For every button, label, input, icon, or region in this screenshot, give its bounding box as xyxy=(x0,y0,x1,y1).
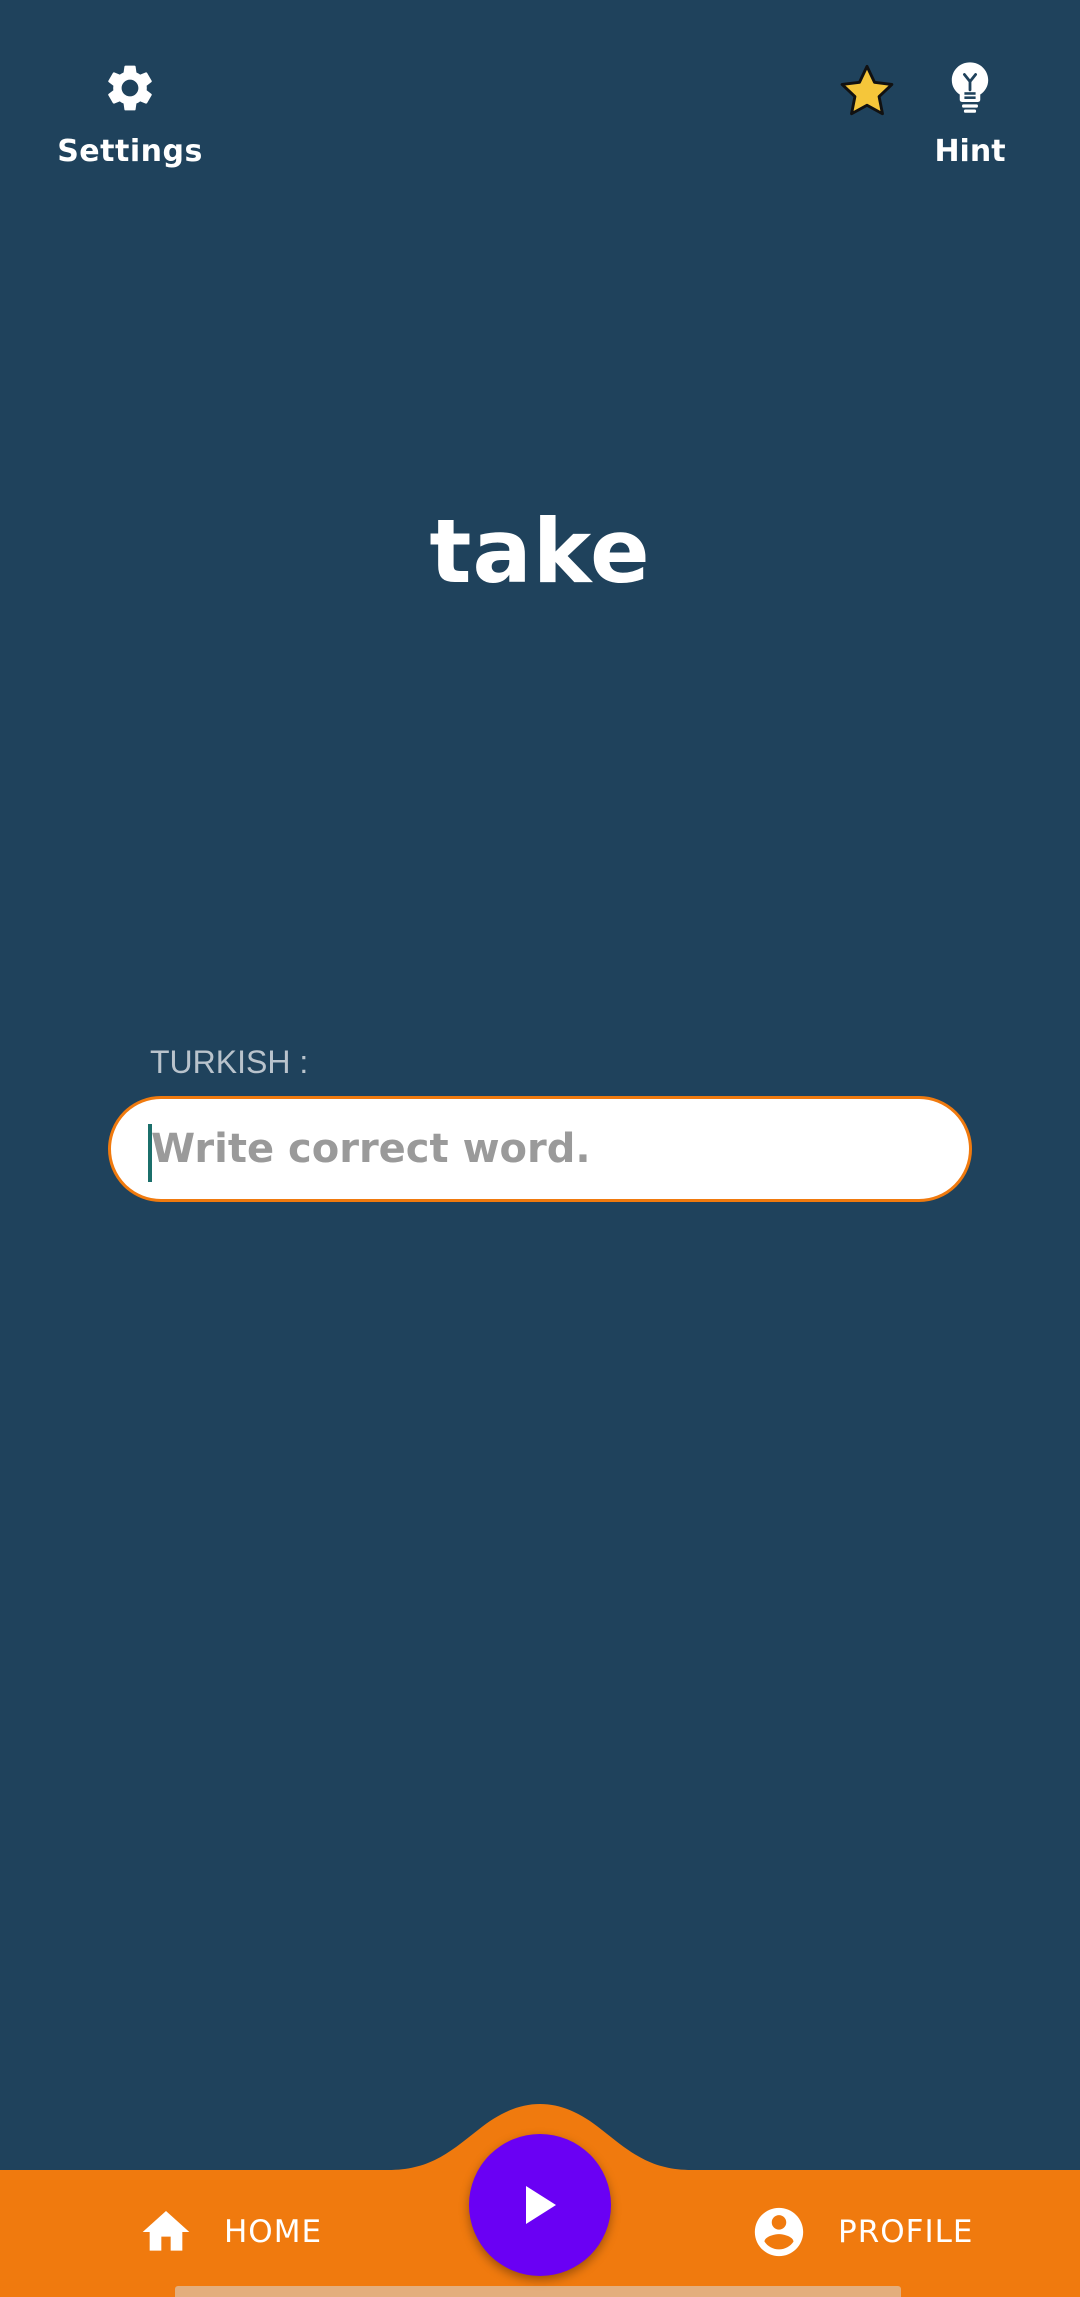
answer-field-container xyxy=(108,1096,972,1202)
nav-home[interactable]: HOME xyxy=(138,2200,322,2264)
hint-label: Hint xyxy=(934,134,1006,169)
answer-input[interactable] xyxy=(147,1109,931,1189)
text-cursor xyxy=(148,1124,152,1182)
settings-button[interactable]: Settings xyxy=(57,60,203,180)
hint-button[interactable]: Hint xyxy=(930,60,1010,180)
system-gesture-bar[interactable] xyxy=(175,2286,901,2297)
quiz-screen: Settings Hint take TURKISH : HOME xyxy=(0,0,1080,2297)
nav-profile-label: PROFILE xyxy=(838,2214,974,2250)
play-icon xyxy=(526,2186,556,2224)
settings-label: Settings xyxy=(57,134,203,169)
nav-profile[interactable]: PROFILE xyxy=(750,2200,973,2264)
account-circle-icon xyxy=(754,2207,804,2257)
home-icon xyxy=(142,2211,190,2251)
nav-home-label: HOME xyxy=(224,2214,323,2250)
gear-icon xyxy=(108,65,152,111)
play-button[interactable] xyxy=(469,2134,611,2276)
star-icon[interactable] xyxy=(838,62,896,120)
language-label: TURKISH : xyxy=(150,1044,309,1080)
lightbulb-icon xyxy=(951,62,989,113)
question-word: take xyxy=(429,500,651,603)
